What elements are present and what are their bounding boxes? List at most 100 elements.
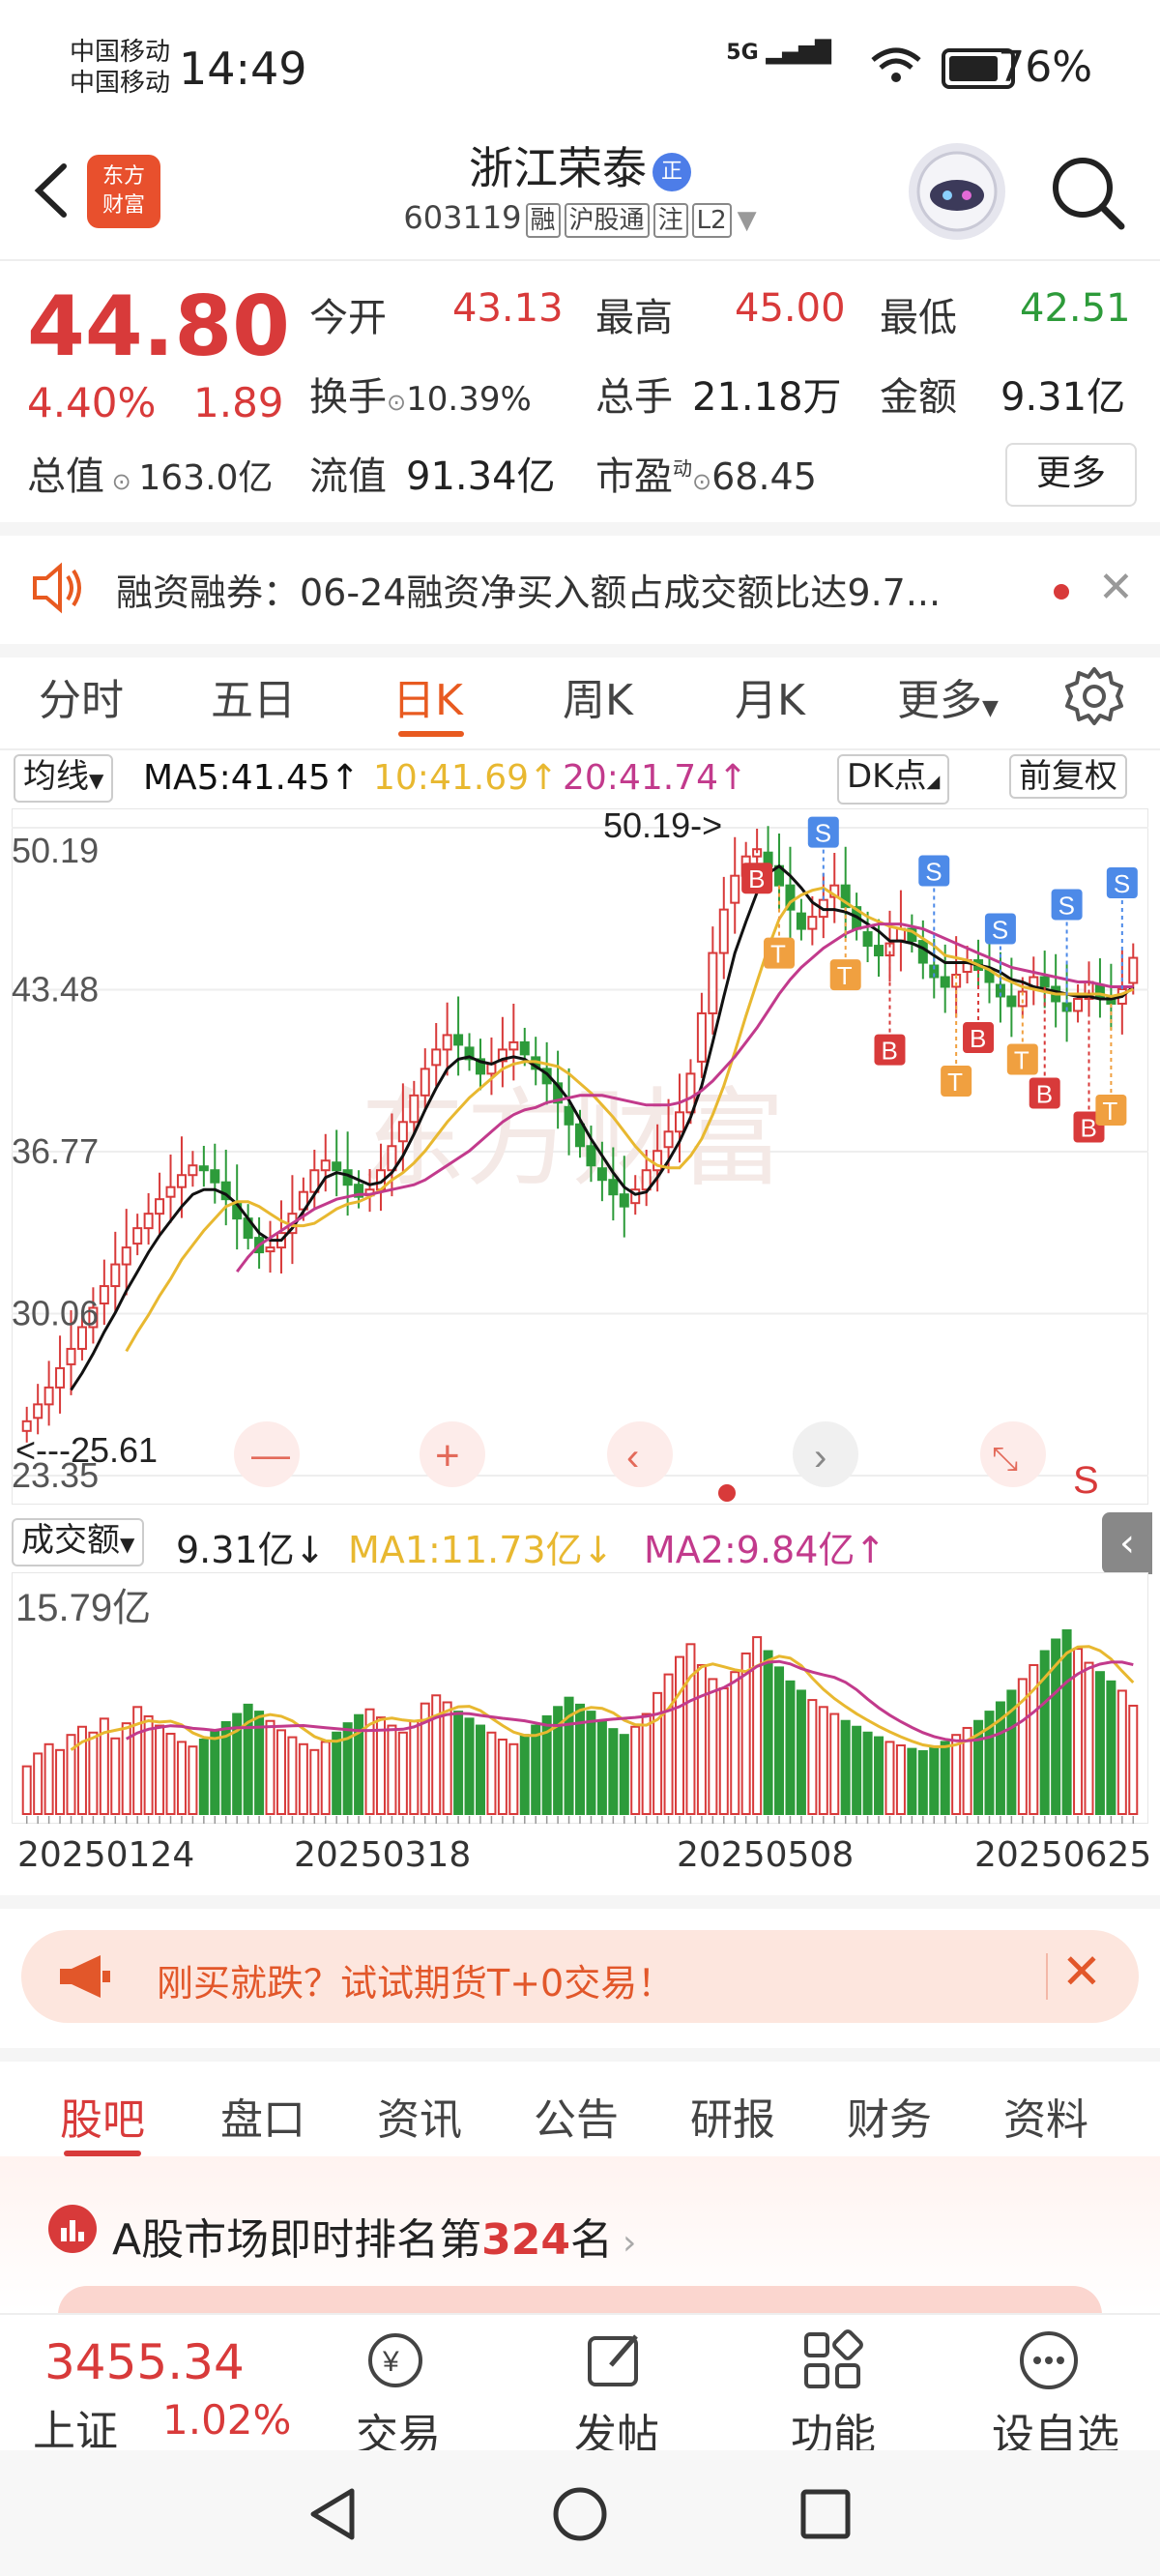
- volume-bar: [188, 1745, 198, 1816]
- speaker-icon: [29, 561, 87, 619]
- bottom-navigation: 3455.34 上证 1.02% ¥ 交易 发帖 功能 设自选: [0, 2313, 1160, 2460]
- tab-more[interactable]: 更多▼: [897, 665, 999, 727]
- nav-trade[interactable]: ¥ 交易: [302, 2315, 495, 2460]
- tab-intraday[interactable]: 分时: [39, 665, 124, 727]
- search-icon: [1053, 158, 1125, 230]
- rank-chart-icon: [48, 2205, 97, 2253]
- volume-indicator-selector[interactable]: 成交额▼: [12, 1518, 145, 1566]
- nav-post[interactable]: 发帖: [520, 2315, 713, 2460]
- index-name[interactable]: 上证: [33, 2396, 118, 2458]
- vol-ma2-value: MA2:9.84亿: [644, 1529, 856, 1571]
- candle: [1039, 976, 1050, 988]
- close-icon[interactable]: ✕: [1098, 563, 1134, 612]
- tab-order-book[interactable]: 盘口: [220, 2085, 305, 2147]
- open-value: 43.13: [452, 286, 564, 331]
- candlestick-chart[interactable]: 东方财富 BTSTBSTBSTBSBTS 50.1943.4836.7730.0…: [12, 808, 1148, 1505]
- volume-bar: [1106, 1680, 1116, 1815]
- price-axis-label: 50.19: [12, 831, 99, 870]
- page-indicator-dot: [718, 1484, 736, 1502]
- tab-monthly-k[interactable]: 月K: [735, 665, 805, 727]
- change-amount: 1.89: [193, 379, 284, 426]
- volume-bar: [596, 1719, 607, 1815]
- zoom-in-button[interactable]: +: [420, 1421, 485, 1487]
- volume-bar: [486, 1731, 497, 1815]
- ma10-legend: 10:41.69↑: [373, 758, 559, 798]
- market-cap[interactable]: 总值 ⊙ 163.0亿: [27, 445, 273, 501]
- more-button[interactable]: 更多: [1005, 443, 1137, 507]
- grid-icon: [804, 2329, 863, 2388]
- volume-bar: [375, 1716, 386, 1815]
- volume-bar: [176, 1741, 187, 1815]
- candle: [165, 1186, 176, 1198]
- tab-financials[interactable]: 财务: [847, 2085, 932, 2147]
- candle: [619, 1193, 629, 1208]
- candle: [55, 1366, 66, 1389]
- tab-announcements[interactable]: 公告: [534, 2085, 619, 2147]
- nav-functions[interactable]: 功能: [737, 2315, 930, 2460]
- volume-bar: [874, 1736, 884, 1815]
- section-divider: [0, 1895, 1160, 1909]
- close-icon[interactable]: ✕: [1061, 1944, 1102, 2000]
- assistant-robot-avatar[interactable]: [909, 143, 1005, 240]
- nav-add-watchlist[interactable]: 设自选: [959, 2315, 1152, 2460]
- tab-research[interactable]: 研报: [690, 2085, 775, 2147]
- rank-text: A股市场即时排名第324名 ›: [112, 2205, 636, 2267]
- pe-ratio[interactable]: 市盈动⊙68.45: [595, 445, 817, 501]
- volume-bar: [21, 1765, 32, 1815]
- candle: [431, 1048, 442, 1067]
- scroll-right-button[interactable]: ›: [793, 1421, 858, 1487]
- tab-five-day[interactable]: 五日: [211, 665, 296, 727]
- info-icon: ⊙: [104, 468, 139, 495]
- trade-marker-label: B: [1080, 1114, 1096, 1143]
- system-recents-icon[interactable]: [798, 2487, 853, 2541]
- candle: [586, 1145, 596, 1167]
- tab-forum[interactable]: 股吧: [60, 2085, 145, 2147]
- indicator-selector[interactable]: 均线▼: [14, 754, 114, 803]
- indicator-selector-label: 均线: [23, 757, 89, 796]
- rank-suffix: 名: [569, 2215, 613, 2265]
- wifi-icon: [869, 44, 923, 91]
- tag-registered: 注: [652, 203, 688, 238]
- volume-bar: [663, 1673, 674, 1815]
- collapse-panel-button[interactable]: ‹: [1102, 1512, 1152, 1574]
- tab-news[interactable]: 资讯: [377, 2085, 462, 2147]
- tag-margin: 融: [525, 203, 561, 238]
- trade-marker-label: S: [925, 858, 942, 887]
- trade-marker-label: S: [992, 915, 1008, 944]
- volume-chart[interactable]: 15.79亿: [12, 1572, 1148, 1824]
- candle: [409, 1094, 420, 1124]
- period-tabs: 分时 五日 日K 周K 月K 更多▼: [0, 644, 1160, 750]
- pe-label: 市盈: [595, 454, 673, 499]
- market-rank-card[interactable]: A股市场即时排名第324名 ›: [0, 2156, 1160, 2315]
- tab-weekly-k[interactable]: 周K: [563, 665, 633, 727]
- system-back-icon[interactable]: [305, 2485, 360, 2543]
- volume-value: 21.18万: [692, 375, 842, 420]
- volume-bar: [475, 1724, 485, 1815]
- zoom-out-button[interactable]: —: [234, 1421, 300, 1487]
- dropdown-caret-icon: ▼: [737, 206, 757, 235]
- chart-settings-button[interactable]: [1063, 665, 1125, 731]
- volume-bar: [55, 1748, 66, 1816]
- candle: [44, 1386, 54, 1406]
- chevron-right-icon: ›: [622, 2223, 637, 2263]
- promo-banner[interactable]: 刚买就跌？试试期货T+0交易！ ✕: [21, 1930, 1139, 2023]
- tab-daily-k[interactable]: 日K: [392, 665, 463, 727]
- scroll-left-button[interactable]: ‹: [607, 1421, 673, 1487]
- index-value[interactable]: 3455.34: [44, 2334, 245, 2390]
- fullscreen-button[interactable]: ⤡: [980, 1421, 1046, 1487]
- volume-bar: [641, 1712, 652, 1815]
- turnover[interactable]: 换手⊙10.39%: [309, 366, 532, 422]
- search-button[interactable]: [1046, 151, 1129, 234]
- volume-bar: [907, 1747, 917, 1816]
- adjust-selector[interactable]: 前复权: [1009, 754, 1127, 799]
- caret-down-icon: ▼: [89, 769, 104, 792]
- notice-banner[interactable]: 融资融券：06-24融资净买入额占成交额比达9.7... ✕: [0, 522, 1160, 658]
- gear-icon: [1065, 667, 1123, 725]
- volume-bar: [265, 1719, 276, 1815]
- trade-marker-label: B: [881, 1037, 897, 1066]
- tab-profile[interactable]: 资料: [1003, 2085, 1088, 2147]
- system-home-icon[interactable]: [551, 2485, 609, 2543]
- dk-point-selector[interactable]: DK点◢: [837, 754, 950, 805]
- candle: [862, 931, 873, 948]
- volume-bar: [619, 1734, 629, 1815]
